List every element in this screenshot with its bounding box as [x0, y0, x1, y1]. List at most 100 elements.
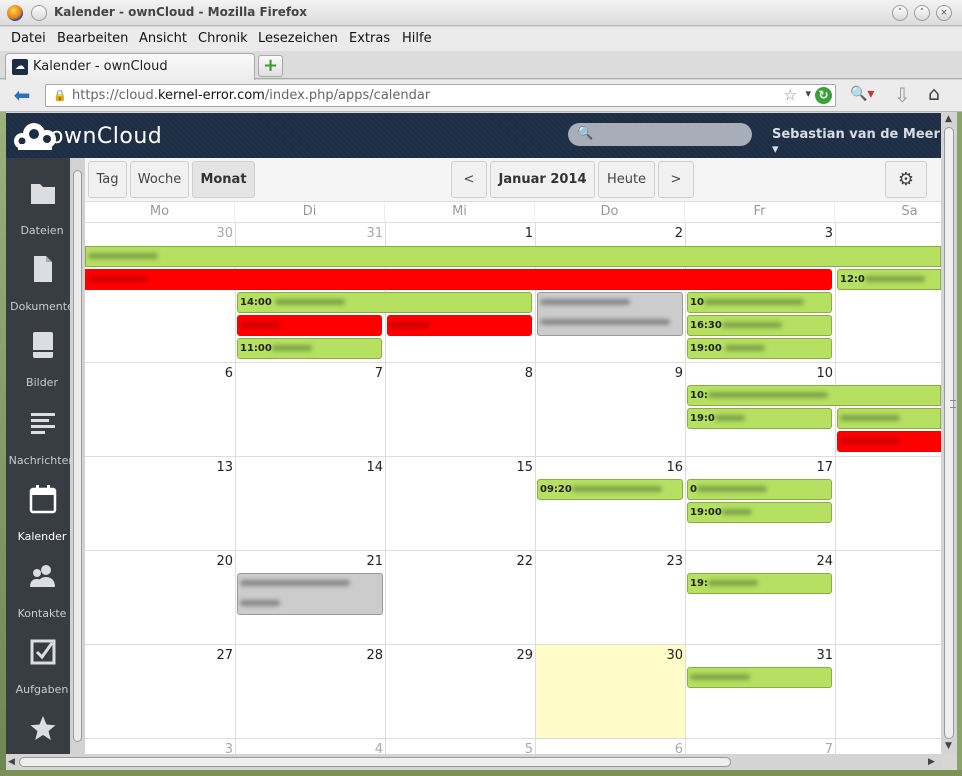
calendar-event[interactable]	[85, 246, 941, 267]
scroll-up-icon[interactable]: ▲	[945, 114, 952, 124]
day-number[interactable]: 16	[535, 460, 683, 475]
day-number[interactable]: 31	[235, 226, 383, 241]
page-horizontal-scrollbar[interactable]: ◀ ▶	[6, 754, 941, 770]
day-number[interactable]: 14	[235, 460, 383, 475]
day-number[interactable]: 3	[685, 226, 833, 241]
calendar-event[interactable]: 0	[687, 479, 832, 500]
calendar-event[interactable]: 10	[687, 292, 832, 313]
view-week-button[interactable]: Woche	[130, 161, 189, 198]
sidebar-scrollbar[interactable]	[70, 158, 85, 754]
day-number[interactable]: 29	[385, 648, 533, 663]
calendar-event[interactable]: 14:00	[237, 292, 532, 313]
day-number[interactable]: 3	[85, 742, 233, 754]
sidebar-item-nachrichten[interactable]: Nachrichten	[6, 394, 75, 468]
menu-extras[interactable]: Extras	[349, 31, 390, 46]
day-number[interactable]: 15	[385, 460, 533, 475]
search-engine-icon[interactable]: 🔍▾	[850, 86, 874, 102]
close-button[interactable]: ×	[936, 5, 952, 21]
calendar-event[interactable]: 11:00	[237, 338, 382, 359]
day-number[interactable]: 5	[385, 742, 533, 754]
prev-month-button[interactable]: <	[451, 161, 487, 198]
calendar-event[interactable]	[837, 431, 941, 452]
current-month-label[interactable]: Januar 2014	[490, 161, 595, 198]
calendar-event[interactable]: 09:20	[537, 479, 683, 500]
sidebar-item-bilder[interactable]: Bilder	[6, 316, 70, 390]
calendar-event[interactable]: 10:	[687, 385, 941, 406]
view-day-button[interactable]: Tag	[88, 161, 127, 198]
sidebar-item-kalender[interactable]: Kalender	[6, 470, 70, 544]
scrollbar-thumb[interactable]	[73, 170, 82, 742]
reload-icon[interactable]: ↻	[815, 87, 832, 104]
day-number[interactable]: 10	[685, 366, 833, 381]
menu-bearbeiten[interactable]: Bearbeiten	[57, 31, 128, 46]
calendar-event[interactable]	[85, 269, 832, 290]
day-number[interactable]: 7	[685, 742, 833, 754]
day-number[interactable]: 6	[535, 742, 683, 754]
search-input[interactable]: 🔍	[568, 123, 752, 146]
day-number[interactable]: 4	[235, 742, 383, 754]
calendar-event[interactable]: 19:00	[687, 502, 832, 523]
calendar-event[interactable]	[537, 292, 683, 336]
settings-gear-icon[interactable]: ⚙	[885, 161, 927, 198]
scroll-right-icon[interactable]: ▶	[928, 757, 935, 767]
day-number[interactable]: 9	[535, 366, 683, 381]
menu-hilfe[interactable]: Hilfe	[402, 31, 432, 46]
scroll-down-icon[interactable]: ▼	[945, 741, 952, 751]
menu-ansicht[interactable]: Ansicht	[139, 31, 187, 46]
calendar-event[interactable]	[687, 667, 832, 688]
sidebar-item-aufgaben[interactable]: Aufgaben	[6, 623, 70, 697]
sidebar-item-kontakte[interactable]: Kontakte	[6, 547, 70, 621]
owncloud-logo[interactable]: ownCloud	[12, 119, 162, 151]
window-menu-button[interactable]	[31, 5, 47, 21]
calendar-event[interactable]	[837, 408, 941, 429]
day-number[interactable]: 31	[685, 648, 833, 663]
calendar-event[interactable]	[237, 573, 383, 615]
user-menu[interactable]: Sebastian van de Meer ▾	[772, 127, 941, 157]
url-dropdown-icon[interactable]: ▾	[805, 87, 811, 100]
day-number[interactable]: 2	[535, 226, 683, 241]
calendar-event[interactable]: 19:00	[687, 338, 832, 359]
calendar-event[interactable]: 16:30	[687, 315, 832, 336]
view-month-button[interactable]: Monat	[192, 161, 255, 198]
day-number[interactable]: 13	[85, 460, 233, 475]
back-arrow-icon[interactable]: ⬅	[9, 84, 35, 108]
calendar-event[interactable]	[237, 315, 382, 336]
page-vertical-scrollbar[interactable]: ▲ ▼	[941, 113, 957, 754]
calendar-event[interactable]: 12:0	[837, 269, 941, 290]
sidebar-item-dokumente[interactable]: Dokumente	[6, 240, 74, 314]
day-number[interactable]: 23	[535, 554, 683, 569]
day-number[interactable]: 1	[385, 226, 533, 241]
menu-chronik[interactable]: Chronik	[198, 31, 248, 46]
calendar-event[interactable]	[387, 315, 532, 336]
menu-datei[interactable]: Datei	[11, 31, 46, 46]
day-number[interactable]: 30	[85, 226, 233, 241]
day-number[interactable]: 24	[685, 554, 833, 569]
day-number[interactable]: 20	[85, 554, 233, 569]
today-button[interactable]: Heute	[598, 161, 655, 198]
tab-kalender[interactable]: ☁ Kalender - ownCloud	[5, 53, 255, 80]
calendar-event[interactable]: 19:0	[687, 408, 832, 429]
menu-lesezeichen[interactable]: Lesezeichen	[258, 31, 338, 46]
minimize-button[interactable]: ˅	[892, 5, 908, 21]
maximize-button[interactable]: ˄	[914, 5, 930, 21]
day-number[interactable]: 22	[385, 554, 533, 569]
sidebar-item-dateien[interactable]: Dateien	[6, 164, 70, 238]
next-month-button[interactable]: >	[658, 161, 694, 198]
day-number[interactable]: 21	[235, 554, 383, 569]
url-text[interactable]: https://cloud.kernel-error.com/index.php…	[72, 88, 430, 103]
day-number[interactable]: 30	[535, 648, 683, 663]
day-number[interactable]: 27	[85, 648, 233, 663]
download-icon[interactable]: ⇩	[894, 83, 911, 107]
day-number[interactable]: 7	[235, 366, 383, 381]
url-bar[interactable]: 🔒 https://cloud.kernel-error.com/index.p…	[45, 84, 836, 107]
scroll-left-icon[interactable]: ◀	[8, 757, 15, 767]
new-tab-button[interactable]: +	[258, 55, 283, 77]
day-number[interactable]: 28	[235, 648, 383, 663]
home-icon[interactable]: ⌂	[928, 83, 940, 105]
scrollbar-thumb[interactable]	[944, 127, 956, 739]
calendar-event[interactable]: 19:	[687, 573, 832, 594]
day-number[interactable]: 6	[85, 366, 233, 381]
scrollbar-thumb[interactable]	[19, 757, 731, 767]
day-number[interactable]: 8	[385, 366, 533, 381]
day-number[interactable]: 17	[685, 460, 833, 475]
